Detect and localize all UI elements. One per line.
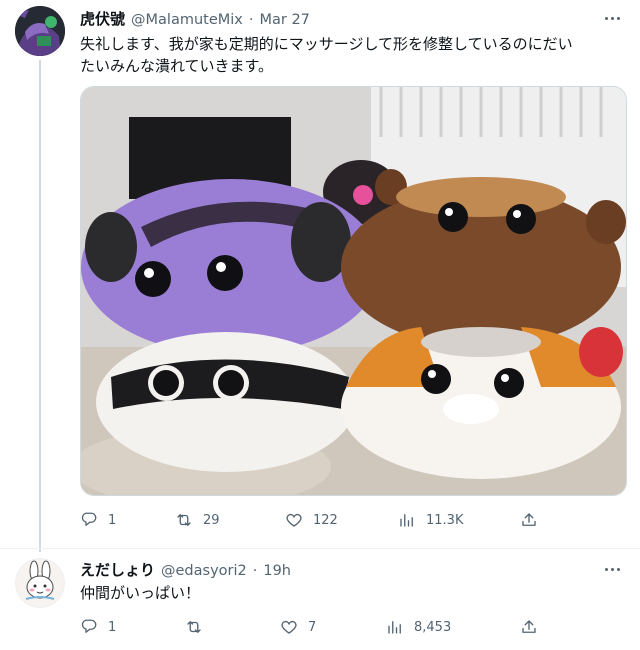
retweet-icon <box>177 514 191 526</box>
tweet-header: 虎伏號 @MalamuteMix · Mar 27 <box>80 8 310 29</box>
like-count: 7 <box>308 619 317 635</box>
views-button[interactable]: 11.3K <box>398 510 463 530</box>
avatar[interactable] <box>15 6 65 56</box>
view-count: 11.3K <box>426 512 464 528</box>
like-button[interactable]: 7 <box>280 617 316 637</box>
reply-button[interactable]: 1 <box>80 617 116 637</box>
reply-button[interactable]: 1 <box>80 510 116 530</box>
tweet-actions: 1 29 122 11.3K <box>80 510 540 530</box>
view-count: 8,453 <box>414 619 452 635</box>
like-button[interactable]: 122 <box>285 510 338 530</box>
retweet-button[interactable]: 29 <box>175 510 220 530</box>
reply-icon <box>81 619 97 633</box>
more-icon[interactable] <box>598 559 626 579</box>
retweet-count: 29 <box>203 512 220 528</box>
share-button[interactable] <box>520 510 538 530</box>
retweet-icon <box>187 621 201 633</box>
separator-dot: · <box>248 12 254 28</box>
share-icon <box>522 620 536 633</box>
tweet-text: 失礼します、我が家も定期的にマッサージして形を修整しているのにだい たいみんな潰… <box>80 33 625 77</box>
views-icon <box>388 621 401 634</box>
like-count: 122 <box>313 512 338 528</box>
views-icon <box>400 514 413 527</box>
retweet-button[interactable] <box>185 617 213 637</box>
display-name[interactable]: 虎伏號 <box>80 8 125 29</box>
reply-count: 1 <box>108 512 117 528</box>
timestamp[interactable]: Mar 27 <box>259 12 309 28</box>
tweet-text-line: たいみんな潰れていきます。 <box>80 57 274 75</box>
timestamp[interactable]: 19h <box>263 563 291 579</box>
share-icon <box>522 513 536 526</box>
tweet-edasyori2[interactable]: えだしょり @edasyori2 · 19h 仲間がいっぱい！ 1 7 8,45… <box>0 548 640 650</box>
display-name[interactable]: えだしょり <box>80 559 155 580</box>
user-handle[interactable]: @edasyori2 <box>161 563 247 579</box>
more-icon[interactable] <box>598 8 626 28</box>
reply-icon <box>81 512 97 526</box>
tweet-text: 仲間がいっぱい！ <box>80 584 201 602</box>
avatar[interactable] <box>15 558 65 608</box>
tweet-malamutemix[interactable]: 虎伏號 @MalamuteMix · Mar 27 失礼します、我が家も定期的に… <box>0 0 640 548</box>
user-handle[interactable]: @MalamuteMix <box>131 12 243 28</box>
tweet-photo[interactable] <box>80 86 627 496</box>
separator-dot: · <box>252 563 258 579</box>
share-button[interactable] <box>520 617 538 637</box>
heart-icon <box>281 620 297 634</box>
tweet-header: えだしょり @edasyori2 · 19h <box>80 559 291 580</box>
tweet-actions: 1 7 8,453 <box>80 617 540 637</box>
heart-icon <box>286 513 302 527</box>
views-button[interactable]: 8,453 <box>386 617 451 637</box>
reply-count: 1 <box>108 619 117 635</box>
tweet-text-line: 失礼します、我が家も定期的にマッサージして形を修整しているのにだい <box>80 35 573 53</box>
